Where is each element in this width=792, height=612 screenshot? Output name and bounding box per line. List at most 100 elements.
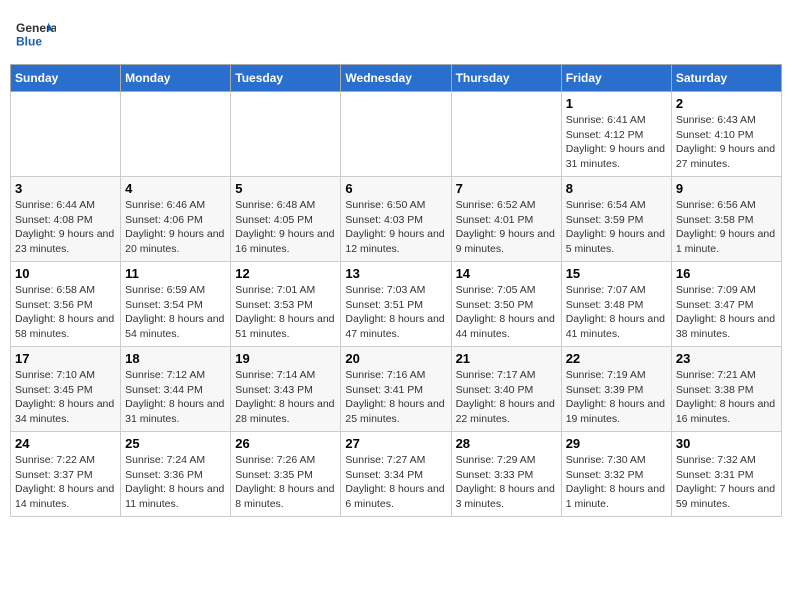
day-header-saturday: Saturday — [671, 65, 781, 92]
day-info: Sunrise: 7:09 AM Sunset: 3:47 PM Dayligh… — [676, 283, 777, 342]
day-number: 28 — [456, 436, 557, 451]
calendar-cell: 2Sunrise: 6:43 AM Sunset: 4:10 PM Daylig… — [671, 92, 781, 177]
svg-text:Blue: Blue — [16, 34, 42, 48]
day-number: 17 — [15, 351, 116, 366]
calendar-cell: 18 Sunrise: 7:12 AM Sunset: 3:44 PM Dayli… — [121, 347, 231, 432]
day-number: 21 — [456, 351, 557, 366]
day-info: Sunrise: 7:30 AM Sunset: 3:32 PM Dayligh… — [566, 453, 667, 512]
calendar-cell: 15 Sunrise: 7:07 AM Sunset: 3:48 PM Dayli… — [561, 262, 671, 347]
calendar-header-row: SundayMondayTuesdayWednesdayThursdayFrid… — [11, 65, 782, 92]
calendar-week-row: 10Sunrise: 6:58 AM Sunset: 3:56 PM Dayli… — [11, 262, 782, 347]
day-info: Sunrise: 7:21 AM Sunset: 3:38 PM Dayligh… — [676, 368, 777, 427]
day-number: 19 — [235, 351, 336, 366]
day-number: 13 — [345, 266, 446, 281]
day-number: 27 — [345, 436, 446, 451]
calendar-cell: 22Sunrise: 7:19 AM Sunset: 3:39 PM Dayli… — [561, 347, 671, 432]
day-info: Sunrise: 7:27 AM Sunset: 3:34 PM Dayligh… — [345, 453, 446, 512]
logo: General Blue — [16, 14, 56, 54]
calendar-cell: 30Sunrise: 7:32 AM Sunset: 3:31 PM Dayli… — [671, 432, 781, 517]
day-header-wednesday: Wednesday — [341, 65, 451, 92]
day-header-thursday: Thursday — [451, 65, 561, 92]
day-number: 8 — [566, 181, 667, 196]
day-number: 23 — [676, 351, 777, 366]
day-info: Sunrise: 7:14 AM Sunset: 3:43 PM Dayligh… — [235, 368, 336, 427]
calendar-cell: 17Sunrise: 7:10 AM Sunset: 3:45 PM Dayli… — [11, 347, 121, 432]
day-number: 16 — [676, 266, 777, 281]
calendar-cell: 20 Sunrise: 7:16 AM Sunset: 3:41 PM Dayli… — [341, 347, 451, 432]
calendar-cell: 26 Sunrise: 7:26 AM Sunset: 3:35 PM Dayli… — [231, 432, 341, 517]
day-header-sunday: Sunday — [11, 65, 121, 92]
day-number: 7 — [456, 181, 557, 196]
calendar-cell — [121, 92, 231, 177]
day-number: 1 — [566, 96, 667, 111]
day-info: Sunrise: 6:58 AM Sunset: 3:56 PM Dayligh… — [15, 283, 116, 342]
calendar-cell: 1 Sunrise: 6:41 AM Sunset: 4:12 PM Daylig… — [561, 92, 671, 177]
day-info: Sunrise: 7:12 AM Sunset: 3:44 PM Dayligh… — [125, 368, 226, 427]
day-number: 4 — [125, 181, 226, 196]
calendar-cell: 3Sunrise: 6:44 AM Sunset: 4:08 PM Daylig… — [11, 177, 121, 262]
day-info: Sunrise: 7:29 AM Sunset: 3:33 PM Dayligh… — [456, 453, 557, 512]
calendar-cell: 28 Sunrise: 7:29 AM Sunset: 3:33 PM Dayli… — [451, 432, 561, 517]
calendar-cell — [11, 92, 121, 177]
day-number: 26 — [235, 436, 336, 451]
day-info: Sunrise: 6:50 AM Sunset: 4:03 PM Dayligh… — [345, 198, 446, 257]
day-info: Sunrise: 7:32 AM Sunset: 3:31 PM Dayligh… — [676, 453, 777, 512]
calendar-cell: 12 Sunrise: 7:01 AM Sunset: 3:53 PM Dayli… — [231, 262, 341, 347]
page-header: General Blue — [10, 10, 782, 58]
calendar-cell: 8 Sunrise: 6:54 AM Sunset: 3:59 PM Daylig… — [561, 177, 671, 262]
calendar-week-row: 24 Sunrise: 7:22 AM Sunset: 3:37 PM Dayli… — [11, 432, 782, 517]
calendar-cell: 27 Sunrise: 7:27 AM Sunset: 3:34 PM Dayli… — [341, 432, 451, 517]
calendar-cell: 13 Sunrise: 7:03 AM Sunset: 3:51 PM Dayli… — [341, 262, 451, 347]
day-header-monday: Monday — [121, 65, 231, 92]
day-number: 24 — [15, 436, 116, 451]
day-info: Sunrise: 6:43 AM Sunset: 4:10 PM Dayligh… — [676, 113, 777, 172]
calendar-week-row: 17Sunrise: 7:10 AM Sunset: 3:45 PM Dayli… — [11, 347, 782, 432]
day-number: 29 — [566, 436, 667, 451]
day-number: 15 — [566, 266, 667, 281]
day-number: 6 — [345, 181, 446, 196]
calendar-cell: 9 Sunrise: 6:56 AM Sunset: 3:58 PM Daylig… — [671, 177, 781, 262]
calendar-cell: 7 Sunrise: 6:52 AM Sunset: 4:01 PM Daylig… — [451, 177, 561, 262]
day-info: Sunrise: 6:59 AM Sunset: 3:54 PM Dayligh… — [125, 283, 226, 342]
calendar-cell: 4 Sunrise: 6:46 AM Sunset: 4:06 PM Daylig… — [121, 177, 231, 262]
calendar-cell: 10Sunrise: 6:58 AM Sunset: 3:56 PM Dayli… — [11, 262, 121, 347]
day-info: Sunrise: 7:16 AM Sunset: 3:41 PM Dayligh… — [345, 368, 446, 427]
day-number: 5 — [235, 181, 336, 196]
day-info: Sunrise: 6:52 AM Sunset: 4:01 PM Dayligh… — [456, 198, 557, 257]
day-number: 14 — [456, 266, 557, 281]
day-number: 20 — [345, 351, 446, 366]
day-info: Sunrise: 7:01 AM Sunset: 3:53 PM Dayligh… — [235, 283, 336, 342]
calendar-cell: 19 Sunrise: 7:14 AM Sunset: 3:43 PM Dayli… — [231, 347, 341, 432]
day-info: Sunrise: 6:54 AM Sunset: 3:59 PM Dayligh… — [566, 198, 667, 257]
day-number: 25 — [125, 436, 226, 451]
day-header-friday: Friday — [561, 65, 671, 92]
calendar-cell: 14 Sunrise: 7:05 AM Sunset: 3:50 PM Dayli… — [451, 262, 561, 347]
calendar-cell: 29 Sunrise: 7:30 AM Sunset: 3:32 PM Dayli… — [561, 432, 671, 517]
day-info: Sunrise: 7:22 AM Sunset: 3:37 PM Dayligh… — [15, 453, 116, 512]
day-number: 18 — [125, 351, 226, 366]
calendar-week-row: 1 Sunrise: 6:41 AM Sunset: 4:12 PM Daylig… — [11, 92, 782, 177]
day-info: Sunrise: 7:17 AM Sunset: 3:40 PM Dayligh… — [456, 368, 557, 427]
day-info: Sunrise: 7:24 AM Sunset: 3:36 PM Dayligh… — [125, 453, 226, 512]
calendar-cell — [451, 92, 561, 177]
day-info: Sunrise: 7:03 AM Sunset: 3:51 PM Dayligh… — [345, 283, 446, 342]
calendar-cell: 11 Sunrise: 6:59 AM Sunset: 3:54 PM Dayli… — [121, 262, 231, 347]
day-info: Sunrise: 7:07 AM Sunset: 3:48 PM Dayligh… — [566, 283, 667, 342]
calendar-body: 1 Sunrise: 6:41 AM Sunset: 4:12 PM Daylig… — [11, 92, 782, 517]
day-info: Sunrise: 6:41 AM Sunset: 4:12 PM Dayligh… — [566, 113, 667, 172]
calendar-week-row: 3Sunrise: 6:44 AM Sunset: 4:08 PM Daylig… — [11, 177, 782, 262]
calendar-cell: 16 Sunrise: 7:09 AM Sunset: 3:47 PM Dayli… — [671, 262, 781, 347]
calendar-cell: 21 Sunrise: 7:17 AM Sunset: 3:40 PM Dayli… — [451, 347, 561, 432]
calendar-table: SundayMondayTuesdayWednesdayThursdayFrid… — [10, 64, 782, 517]
calendar-cell: 24 Sunrise: 7:22 AM Sunset: 3:37 PM Dayli… — [11, 432, 121, 517]
day-header-tuesday: Tuesday — [231, 65, 341, 92]
day-number: 9 — [676, 181, 777, 196]
day-info: Sunrise: 7:26 AM Sunset: 3:35 PM Dayligh… — [235, 453, 336, 512]
day-info: Sunrise: 7:19 AM Sunset: 3:39 PM Dayligh… — [566, 368, 667, 427]
day-number: 11 — [125, 266, 226, 281]
day-info: Sunrise: 6:56 AM Sunset: 3:58 PM Dayligh… — [676, 198, 777, 257]
day-info: Sunrise: 6:46 AM Sunset: 4:06 PM Dayligh… — [125, 198, 226, 257]
day-info: Sunrise: 6:48 AM Sunset: 4:05 PM Dayligh… — [235, 198, 336, 257]
day-number: 12 — [235, 266, 336, 281]
day-info: Sunrise: 7:05 AM Sunset: 3:50 PM Dayligh… — [456, 283, 557, 342]
